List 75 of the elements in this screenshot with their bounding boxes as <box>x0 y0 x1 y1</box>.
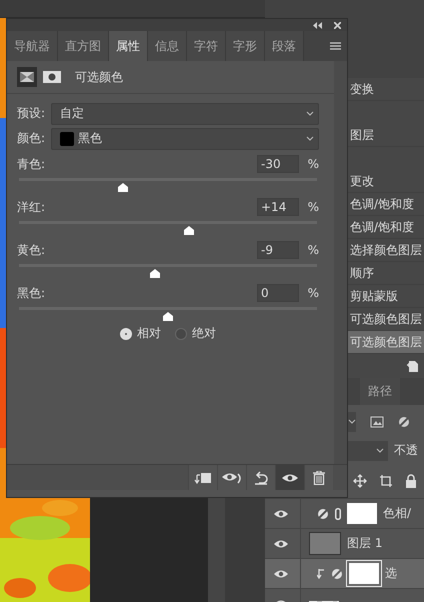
eye-icon <box>281 472 299 482</box>
slider-label: 黄色: <box>17 242 46 258</box>
filter-dropdown[interactable] <box>348 412 356 432</box>
value-field[interactable]: 0 <box>257 284 299 302</box>
menu-icon[interactable] <box>330 42 341 50</box>
image-icon[interactable] <box>370 416 384 428</box>
slider-thumb[interactable] <box>162 312 174 321</box>
value-field[interactable]: -30 <box>257 155 299 173</box>
layer-name: 图层 1 <box>347 535 382 552</box>
tab[interactable]: 导航器 <box>7 31 58 61</box>
layer-row[interactable]: 选 <box>265 558 424 588</box>
field-label: 预设: <box>17 105 46 122</box>
clip-to-layer-button[interactable] <box>188 465 217 490</box>
clip-arrow-icon <box>317 568 325 578</box>
opacity-label: 不透 <box>394 442 418 459</box>
slider-label: 黑色: <box>17 284 46 302</box>
scrollbar[interactable] <box>334 61 347 464</box>
history-item[interactable]: 可选颜色图层 <box>348 331 424 354</box>
unit-label: % <box>306 286 319 300</box>
close-icon[interactable] <box>334 22 341 28</box>
half-circle-icon <box>331 568 343 580</box>
mask-icon[interactable] <box>43 71 61 83</box>
slider-thumb[interactable] <box>117 183 130 192</box>
layer-thumbnail <box>309 532 341 555</box>
clip-icon <box>194 472 212 484</box>
adjustment-icon[interactable] <box>17 67 37 87</box>
caret-icon <box>376 448 384 454</box>
mask-thumbnail <box>347 503 377 524</box>
view-previous-button[interactable] <box>217 465 246 490</box>
value-field[interactable]: -9 <box>257 241 299 259</box>
lock-icon[interactable] <box>405 474 417 488</box>
tab[interactable]: 直方图 <box>58 31 109 61</box>
layer-name: 色相/ <box>383 505 412 522</box>
unit-label: % <box>306 157 319 171</box>
tab[interactable]: 段落 <box>265 31 304 61</box>
value-field[interactable]: +14 <box>257 198 299 216</box>
layer-name: 选 <box>385 565 397 582</box>
collapse-icon[interactable] <box>313 22 322 28</box>
radio-button[interactable]: 相对 <box>120 325 161 342</box>
tab[interactable]: 字形 <box>226 31 265 61</box>
visibility-button[interactable] <box>275 465 304 490</box>
move-icon[interactable] <box>353 474 367 488</box>
tab[interactable]: 信息 <box>148 31 187 61</box>
undo-icon <box>253 470 269 484</box>
tab[interactable]: 属性 <box>109 31 148 61</box>
eye-icon[interactable] <box>273 568 289 578</box>
delete-button[interactable] <box>304 465 333 490</box>
eye-icon[interactable] <box>273 538 289 548</box>
preset-dropdown[interactable]: 自定 <box>51 102 319 124</box>
layer-row[interactable]: 色相/ <box>265 498 424 528</box>
color-dropdown[interactable]: 黑色 <box>51 128 319 150</box>
caret-icon <box>348 418 356 424</box>
slider-label: 青色: <box>17 156 46 172</box>
new-document-icon[interactable] <box>406 359 420 373</box>
tab[interactable]: 字符 <box>187 31 226 61</box>
eye-icon[interactable] <box>273 508 289 518</box>
caret-icon <box>306 110 314 116</box>
unit-label: % <box>306 200 319 214</box>
caret-icon <box>306 136 314 142</box>
reset-button[interactable] <box>246 465 275 490</box>
unit-label: % <box>306 243 319 257</box>
crop-icon[interactable] <box>379 474 393 488</box>
trash-icon <box>313 470 325 484</box>
panel-title: 可选颜色 <box>75 68 123 86</box>
radio-button[interactable]: 绝对 <box>175 325 216 342</box>
slider-thumb[interactable] <box>148 269 161 278</box>
slider-label: 洋红: <box>17 198 46 216</box>
mask-thumbnail <box>349 563 379 584</box>
field-label: 颜色: <box>17 130 46 147</box>
half-circle-icon <box>317 508 329 520</box>
tab[interactable]: 路径 <box>360 378 400 405</box>
eye-icon <box>221 470 243 484</box>
half-circle-icon[interactable] <box>398 416 410 428</box>
chain-icon <box>335 508 341 520</box>
slider-thumb[interactable] <box>182 226 195 235</box>
